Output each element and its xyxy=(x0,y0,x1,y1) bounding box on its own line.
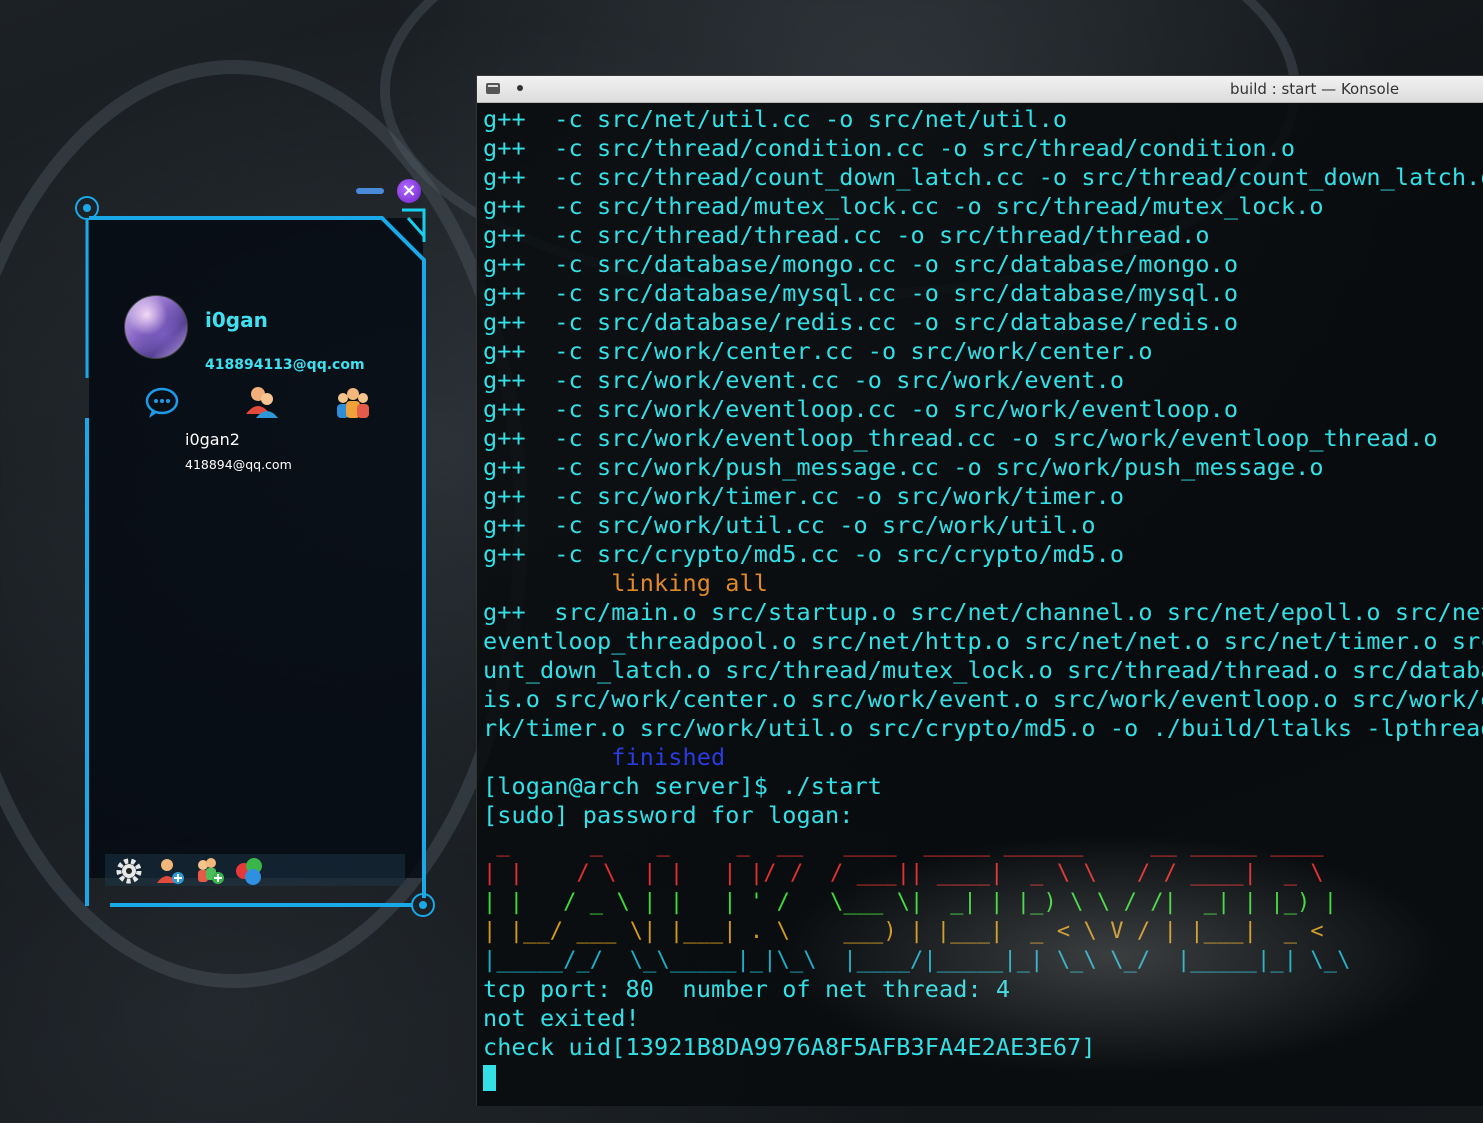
status-line: check uid[13921B8DA9976A8F5AFB3FA4E2AE3E… xyxy=(483,1033,1096,1061)
group-icon[interactable] xyxy=(334,384,372,420)
compile-line: g++ -c src/database/mongo.cc -o src/data… xyxy=(483,250,1239,278)
compile-line: g++ -c src/work/event.cc -o src/work/eve… xyxy=(483,366,1125,394)
user-email: 418894113@qq.com xyxy=(205,357,365,373)
link-line: g++ src/main.o src/startup.o src/net/cha… xyxy=(483,598,1483,626)
contacts-icon[interactable] xyxy=(244,384,280,420)
status-line: tcp port: 80 number of net thread: 4 xyxy=(483,975,1011,1003)
compile-line: g++ -c src/thread/mutex_lock.cc -o src/t… xyxy=(483,192,1324,220)
status-lines: tcp port: 80 number of net thread: 4 not … xyxy=(483,975,1483,1062)
minimize-button[interactable] xyxy=(356,188,384,194)
compile-line: g++ -c src/work/center.cc -o src/work/ce… xyxy=(483,337,1153,365)
banner-line: _ _ _ _ __ ____ _____ ______ __ _____ __… xyxy=(483,832,1351,857)
compile-line: g++ -c src/work/push_message.cc -o src/w… xyxy=(483,453,1324,481)
link-line: eventloop_threadpool.o src/net/http.o sr… xyxy=(483,627,1483,655)
compile-line: g++ -c src/database/mysql.cc -o src/data… xyxy=(483,279,1239,307)
terminal-icon[interactable] xyxy=(486,83,500,94)
bottom-toolbar xyxy=(105,854,405,886)
compile-line: g++ -c src/net/util.cc -o src/net/util.o xyxy=(483,105,1068,133)
banner-line: |_____/_/ \_\_____|_|\_\ |____/|_____|_|… xyxy=(483,948,1351,973)
finished-message: finished xyxy=(483,743,726,771)
banner-line: | | / \ | | | |/ / / ___|| ____| _ \ \ /… xyxy=(483,861,1338,886)
add-group-icon[interactable] xyxy=(195,857,225,885)
status-line: not exited! xyxy=(483,1004,640,1032)
username: i0gan xyxy=(205,308,268,332)
compile-line: g++ -c src/database/redis.cc -o src/data… xyxy=(483,308,1239,336)
compile-line: g++ -c src/thread/thread.cc -o src/threa… xyxy=(483,221,1210,249)
sudo-prompt: [sudo] password for logan: xyxy=(483,801,854,829)
compile-line: g++ -c src/work/timer.cc -o src/work/tim… xyxy=(483,482,1125,510)
window-title: build : start — Konsole xyxy=(1230,80,1400,98)
compile-line: g++ -c src/work/util.cc -o src/work/util… xyxy=(483,511,1096,539)
add-user-icon[interactable] xyxy=(155,857,185,885)
pin-dot-icon[interactable] xyxy=(517,85,523,91)
contact-email: 418894@qq.com xyxy=(185,457,292,472)
window-titlebar[interactable]: build : start — Konsole xyxy=(477,76,1483,103)
link-lines: g++ src/main.o src/startup.o src/net/cha… xyxy=(483,598,1483,743)
banner-line: | |__/ ___ \| |___| . \ ___) | |___| _ <… xyxy=(483,919,1338,944)
cursor-line xyxy=(483,1062,1483,1091)
compile-line: g++ -c src/thread/count_down_latch.cc -o… xyxy=(483,163,1483,191)
link-line: rk/timer.o src/work/util.o src/crypto/md… xyxy=(483,714,1483,742)
chat-bubble-icon[interactable] xyxy=(144,386,180,420)
shell-prompt: [logan@arch server]$ ./start xyxy=(483,772,882,800)
contact-name[interactable]: i0gan2 xyxy=(185,430,240,449)
link-line: unt_down_latch.o src/thread/mutex_lock.o… xyxy=(483,656,1483,684)
link-line: is.o src/work/center.o src/work/event.o … xyxy=(483,685,1483,713)
ascii-banner: _ _ _ _ __ ____ _____ ______ __ _____ __… xyxy=(483,830,1483,975)
compile-line: g++ -c src/thread/condition.cc -o src/th… xyxy=(483,134,1296,162)
compile-lines: g++ -c src/net/util.cc -o src/net/util.o… xyxy=(483,105,1483,569)
konsole-window: build : start — Konsole g++ -c src/net/u… xyxy=(476,75,1483,1106)
linking-message: linking all xyxy=(483,569,768,597)
color-circles-icon[interactable] xyxy=(233,857,267,887)
terminal-cursor xyxy=(483,1064,496,1091)
compile-line: g++ -c src/work/eventloop.cc -o src/work… xyxy=(483,395,1239,423)
compile-line: g++ -c src/crypto/md5.cc -o src/crypto/m… xyxy=(483,540,1125,568)
chat-window: × i0gan 418894113@qq.com i0gan2 418894@q… xyxy=(72,178,442,928)
avatar[interactable] xyxy=(124,295,188,359)
terminal-output[interactable]: g++ -c src/net/util.cc -o src/net/util.o… xyxy=(483,105,1483,1095)
gear-icon[interactable] xyxy=(115,857,143,885)
compile-line: g++ -c src/work/eventloop_thread.cc -o s… xyxy=(483,424,1438,452)
close-button[interactable]: × xyxy=(397,179,421,203)
chat-frame xyxy=(75,196,435,917)
banner-line: | | / _ \ | | | ' / \___ \| _| | |_) \ \… xyxy=(483,890,1338,915)
